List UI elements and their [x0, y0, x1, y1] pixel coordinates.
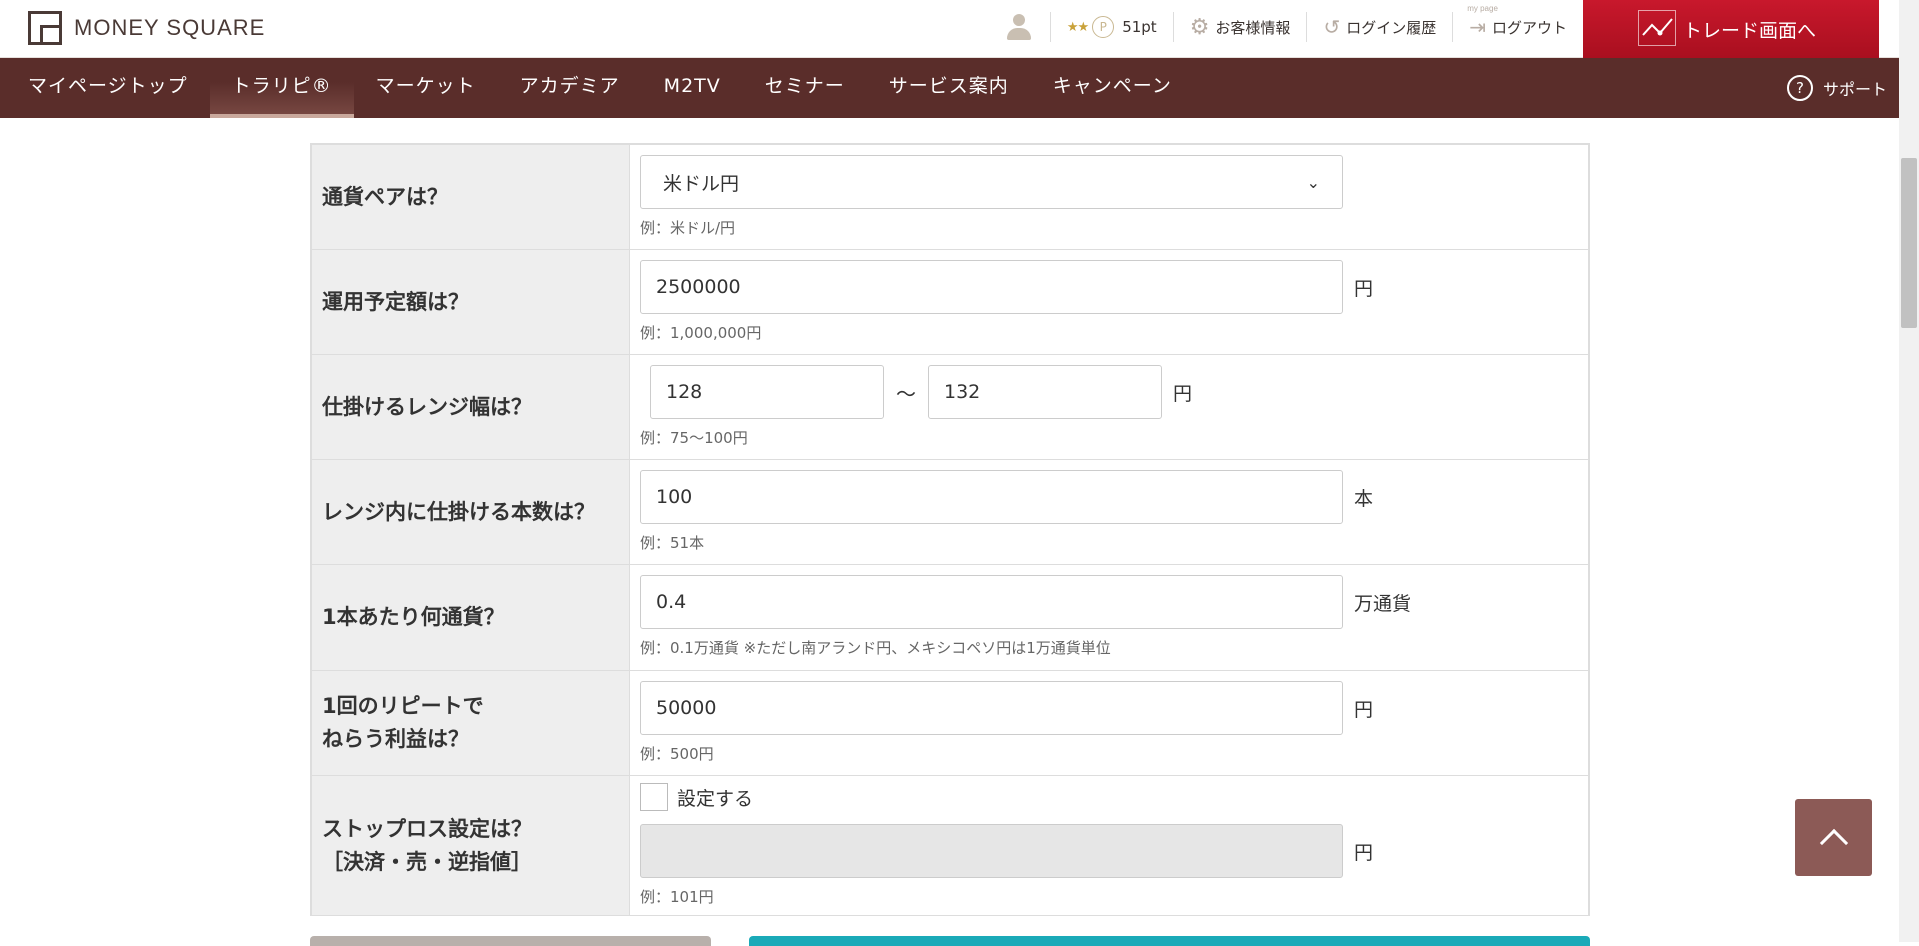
- form-row-count: レンジ内に仕掛ける本数は？ 本 例：51本: [312, 460, 1588, 565]
- customer-info-label: お客様情報: [1215, 18, 1291, 37]
- top-header: MONEY SQUARE ★★ P 51pt ⚙ お客様情報 ↺ ログイン履歴 …: [0, 0, 1899, 58]
- nav-item-m2tv[interactable]: M2TV: [642, 58, 743, 118]
- stoploss-label-line2: ［決済・売・逆指値］: [322, 849, 532, 874]
- points-icon: P: [1092, 16, 1115, 38]
- count-label: レンジ内に仕掛ける本数は？: [312, 460, 630, 564]
- login-history-label: ログイン履歴: [1346, 18, 1437, 37]
- count-input[interactable]: [640, 470, 1343, 524]
- range-cell: 〜 円 例：75〜100円: [630, 355, 1588, 459]
- gear-icon: ⚙: [1189, 14, 1210, 40]
- simulation-form: 通貨ペアは？ 米ドル円 ⌄ 例：米ドル/円 運用予定額は？ 円 例：1,000,…: [310, 143, 1590, 916]
- nav-item-toraripi[interactable]: トラリピ®: [209, 58, 354, 118]
- budget-cell: 円 例：1,000,000円: [630, 250, 1588, 354]
- customer-info-link[interactable]: ⚙ お客様情報: [1172, 12, 1307, 42]
- profit-label: 1回のリピートで ねらう利益は？: [312, 671, 630, 775]
- nav-item-market[interactable]: マーケット: [354, 58, 498, 118]
- count-unit: 本: [1354, 487, 1374, 510]
- user-avatar-icon: [1004, 12, 1034, 42]
- form-row-stoploss: ストップロス設定は？ ［決済・売・逆指値］ 設定する 円 例：101円: [312, 776, 1588, 916]
- history-icon: ↺: [1323, 15, 1341, 39]
- chevron-up-icon: [1819, 828, 1848, 857]
- rank-stars-icon: ★★: [1066, 19, 1089, 35]
- stoploss-hint: 例：101円: [640, 888, 714, 906]
- profit-label-line2: ねらう利益は？: [322, 727, 469, 751]
- nav-item-seminar[interactable]: セミナー: [743, 58, 867, 118]
- stoploss-label-line1: ストップロス設定は？: [322, 816, 532, 841]
- logout-label: ログアウト: [1491, 18, 1567, 37]
- back-to-top-button[interactable]: [1795, 799, 1872, 876]
- points-value: 51pt: [1122, 18, 1157, 36]
- logout-link[interactable]: my page ⇥ ログアウト: [1452, 4, 1583, 42]
- profit-label-line1: 1回のリピートで: [322, 694, 484, 718]
- form-row-range: 仕掛けるレンジ幅は？ 〜 円 例：75〜100円: [312, 355, 1588, 460]
- profit-hint: 例：500円: [640, 745, 714, 763]
- budget-input[interactable]: [640, 260, 1343, 314]
- currency-pair-hint: 例：米ドル/円: [640, 219, 736, 237]
- login-history-link[interactable]: ↺ ログイン履歴: [1306, 12, 1452, 42]
- form-row-currency-pair: 通貨ペアは？ 米ドル円 ⌄ 例：米ドル/円: [312, 145, 1588, 250]
- trade-screen-button[interactable]: トレード画面へ: [1583, 0, 1879, 58]
- points-link[interactable]: ★★ P 51pt: [1049, 12, 1173, 42]
- range-hint: 例：75〜100円: [640, 429, 748, 447]
- logo-mark-icon: [28, 11, 62, 45]
- reset-button[interactable]: [310, 936, 711, 946]
- budget-hint: 例：1,000,000円: [640, 324, 762, 342]
- count-hint: 例：51本: [640, 534, 705, 552]
- logo-text: MONEY SQUARE: [74, 15, 266, 40]
- avatar[interactable]: [988, 12, 1050, 42]
- stoploss-label: ストップロス設定は？ ［決済・売・逆指値］: [312, 776, 630, 915]
- nav-items: マイページトップ トラリピ® マーケット アカデミア M2TV セミナー サービ…: [0, 58, 1899, 118]
- stoploss-unit: 円: [1354, 841, 1374, 864]
- question-icon: ?: [1786, 75, 1813, 101]
- form-row-budget: 運用予定額は？ 円 例：1,000,000円: [312, 250, 1588, 355]
- scrollbar[interactable]: [1899, 0, 1919, 942]
- per-trade-input[interactable]: [640, 575, 1343, 629]
- range-from-input[interactable]: [650, 365, 884, 419]
- range-label: 仕掛けるレンジ幅は？: [312, 355, 630, 459]
- stoploss-input[interactable]: [640, 824, 1343, 878]
- chevron-down-icon: ⌄: [1306, 172, 1320, 192]
- nav-item-campaign[interactable]: キャンペーン: [1031, 58, 1194, 118]
- form-row-profit: 1回のリピートで ねらう利益は？ 円 例：500円: [312, 671, 1588, 776]
- range-unit: 円: [1173, 382, 1193, 405]
- header-utility-menu: ★★ P 51pt ⚙ お客様情報 ↺ ログイン履歴 my page ⇥ ログアウ…: [988, 0, 1583, 54]
- support-link[interactable]: ? サポート: [1786, 58, 1887, 118]
- count-cell: 本 例：51本: [630, 460, 1588, 564]
- per-trade-unit: 万通貨: [1354, 592, 1412, 615]
- currency-pair-select[interactable]: 米ドル円 ⌄: [640, 155, 1343, 209]
- main-nav: マイページトップ トラリピ® マーケット アカデミア M2TV セミナー サービ…: [0, 58, 1899, 118]
- budget-unit: 円: [1354, 277, 1374, 300]
- trade-button-label: トレード画面へ: [1683, 19, 1817, 42]
- per-trade-hint: 例：0.1万通貨 ※ただし南アランド円、メキシコペソ円は1万通貨単位: [640, 639, 1111, 657]
- chart-line-icon: [1638, 10, 1676, 46]
- profit-input[interactable]: [640, 681, 1343, 735]
- per-trade-label: 1本あたり何通貨？: [312, 565, 630, 670]
- per-trade-cell: 万通貨 例：0.1万通貨 ※ただし南アランド円、メキシコペソ円は1万通貨単位: [630, 565, 1588, 670]
- mypage-tag: my page: [1467, 4, 1498, 13]
- scrollbar-thumb[interactable]: [1901, 158, 1917, 328]
- nav-item-academia[interactable]: アカデミア: [498, 58, 642, 118]
- logout-icon: my page ⇥: [1467, 4, 1498, 39]
- range-separator: 〜: [896, 381, 916, 406]
- stoploss-checkbox[interactable]: [640, 783, 668, 811]
- profit-cell: 円 例：500円: [630, 671, 1588, 775]
- nav-item-service[interactable]: サービス案内: [867, 58, 1031, 118]
- range-to-input[interactable]: [928, 365, 1162, 419]
- currency-pair-cell: 米ドル円 ⌄ 例：米ドル/円: [630, 145, 1588, 249]
- currency-pair-selected: 米ドル円: [663, 172, 740, 195]
- profit-unit: 円: [1354, 698, 1374, 721]
- budget-label: 運用予定額は？: [312, 250, 630, 354]
- currency-pair-label: 通貨ペアは？: [312, 145, 630, 249]
- stoploss-cell: 設定する 円 例：101円: [630, 776, 1588, 915]
- support-label: サポート: [1822, 80, 1887, 99]
- nav-item-mypage-top[interactable]: マイページトップ: [6, 58, 210, 118]
- stoploss-checkbox-label[interactable]: 設定する: [677, 784, 753, 811]
- form-row-per-trade: 1本あたり何通貨？ 万通貨 例：0.1万通貨 ※ただし南アランド円、メキシコペソ…: [312, 565, 1588, 671]
- simulate-button[interactable]: [749, 936, 1590, 946]
- logo[interactable]: MONEY SQUARE: [28, 11, 265, 45]
